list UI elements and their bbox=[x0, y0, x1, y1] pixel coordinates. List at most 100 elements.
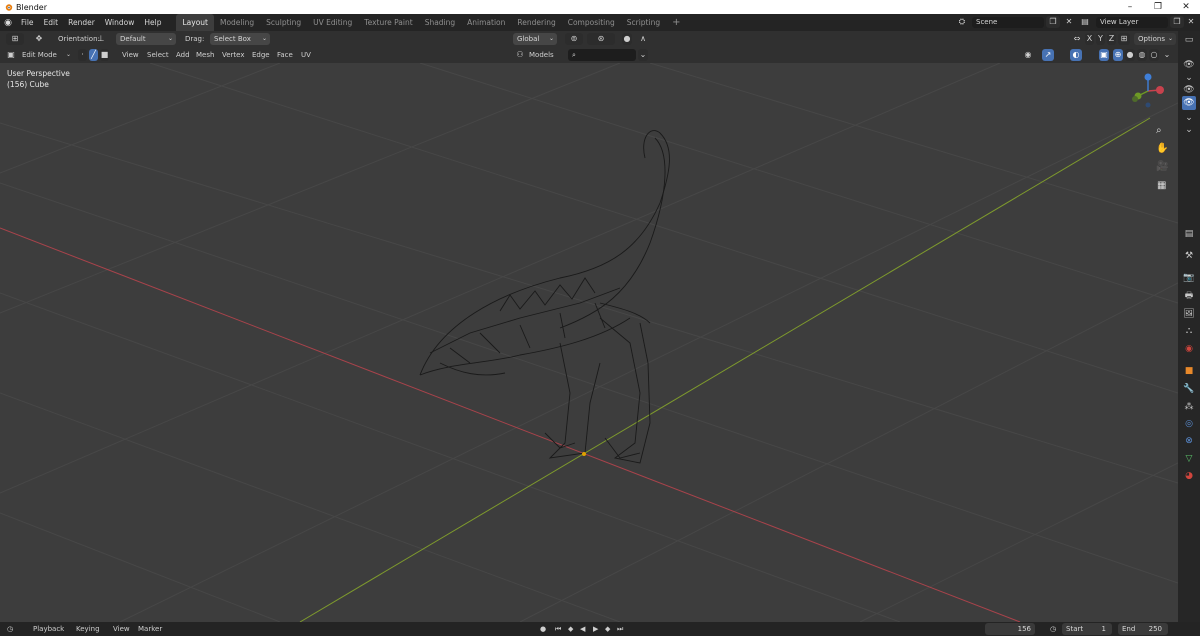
tab-texture-paint[interactable]: Texture Paint bbox=[358, 14, 418, 31]
remove-scene-icon[interactable]: ✕ bbox=[1062, 16, 1076, 28]
pan-hand-icon[interactable]: ✋ bbox=[1156, 143, 1168, 154]
xray-toggle-icon[interactable]: ▣ bbox=[1099, 49, 1109, 61]
tab-shading[interactable]: Shading bbox=[419, 14, 461, 31]
orientation-dropdown[interactable]: Default ⌄ bbox=[116, 33, 176, 45]
jump-end-icon[interactable]: ⏭ bbox=[617, 622, 623, 636]
header-menu-select[interactable]: Select bbox=[147, 47, 169, 63]
object-properties-icon[interactable]: ■ bbox=[1182, 364, 1196, 378]
header-menu-vertex[interactable]: Vertex bbox=[222, 47, 245, 63]
properties-editor-icon[interactable]: ▤ bbox=[1182, 227, 1196, 241]
tool-settings-icon[interactable]: ⚒ bbox=[1182, 249, 1196, 263]
eye-icon[interactable]: 👁 bbox=[1182, 58, 1196, 72]
blender-menu-icon[interactable]: ◉ bbox=[0, 18, 16, 28]
transform-tool-icon[interactable]: ✥ bbox=[30, 33, 48, 45]
shading-options-icon[interactable]: ⌄ bbox=[1162, 49, 1172, 61]
view-layer-field[interactable]: View Layer bbox=[1096, 17, 1168, 28]
tab-sculpting[interactable]: Sculpting bbox=[260, 14, 307, 31]
auto-merge-icon[interactable]: ⊞ bbox=[1118, 33, 1130, 45]
play-icon[interactable]: ▶ bbox=[593, 622, 598, 636]
header-menu-mesh[interactable]: Mesh bbox=[196, 47, 214, 63]
vertex-select-icon[interactable]: · bbox=[78, 49, 87, 61]
visibility-icon[interactable]: ◉ bbox=[1020, 49, 1036, 61]
gizmo-x-axis[interactable] bbox=[1156, 86, 1164, 94]
modifier-properties-icon[interactable]: 🔧 bbox=[1182, 382, 1196, 396]
wireframe-shading-icon[interactable]: ⊕ bbox=[1113, 49, 1123, 61]
timeline-menu-marker[interactable]: Marker bbox=[138, 622, 162, 636]
collection-dropdown[interactable]: Models bbox=[529, 47, 554, 63]
view-layer-icon[interactable]: ▤ bbox=[1078, 16, 1092, 28]
editor-type-icon[interactable]: ⊞ bbox=[6, 33, 24, 45]
record-icon[interactable]: ● bbox=[540, 622, 546, 636]
navigation-gizmo[interactable] bbox=[1124, 69, 1170, 115]
clock-icon[interactable]: ◷ bbox=[1050, 622, 1056, 636]
eye-icon[interactable]: 👁 bbox=[1182, 83, 1196, 97]
play-reverse-icon[interactable]: ◀ bbox=[580, 622, 585, 636]
data-properties-icon[interactable]: ▽ bbox=[1182, 452, 1196, 466]
timeline-editor-icon[interactable]: ◷ bbox=[7, 622, 13, 636]
maximize-button[interactable]: ❐ bbox=[1144, 0, 1172, 14]
mirror-z-toggle[interactable]: Z bbox=[1107, 33, 1116, 45]
scene-name-field[interactable]: Scene bbox=[972, 17, 1044, 28]
header-menu-view[interactable]: View bbox=[122, 47, 139, 63]
search-input[interactable]: ⌕ bbox=[568, 49, 636, 61]
overlay-toggle-icon[interactable]: ◐ bbox=[1070, 49, 1082, 61]
start-frame-field[interactable]: Start 1 bbox=[1062, 623, 1112, 635]
solid-shading-icon[interactable]: ● bbox=[1125, 49, 1135, 61]
prev-keyframe-icon[interactable]: ◆ bbox=[568, 622, 573, 636]
minimize-button[interactable]: – bbox=[1116, 0, 1144, 14]
edge-select-icon[interactable]: ╱ bbox=[89, 49, 98, 61]
camera-view-icon[interactable]: 🎥 bbox=[1156, 161, 1168, 172]
menu-edit[interactable]: Edit bbox=[39, 14, 64, 31]
constraints-properties-icon[interactable]: ⊗ bbox=[1182, 434, 1196, 448]
gizmo-neg-z[interactable] bbox=[1145, 102, 1151, 108]
collapse-icon[interactable]: ▭ bbox=[1182, 33, 1196, 47]
add-workspace-icon[interactable]: + bbox=[666, 14, 686, 31]
gizmo-neg-y[interactable] bbox=[1132, 96, 1138, 102]
gizmo-z-axis[interactable] bbox=[1144, 73, 1152, 81]
header-menu-add[interactable]: Add bbox=[176, 47, 190, 63]
header-menu-uv[interactable]: UV bbox=[301, 47, 311, 63]
world-properties-icon[interactable]: ◉ bbox=[1182, 342, 1196, 356]
mirror-x-toggle[interactable]: X bbox=[1085, 33, 1094, 45]
chevron-down-icon[interactable]: ⌄ bbox=[1182, 123, 1196, 137]
scene-properties-icon[interactable]: ⛬ bbox=[1182, 324, 1196, 338]
tab-layout[interactable]: Layout bbox=[176, 14, 214, 31]
snap-icon[interactable]: ⊛ bbox=[587, 33, 615, 45]
current-frame-field[interactable]: 156 bbox=[985, 623, 1035, 635]
jump-start-icon[interactable]: ⏮ bbox=[555, 622, 561, 636]
gizmo-toggle-icon[interactable]: ↗ bbox=[1042, 49, 1054, 61]
menu-render[interactable]: Render bbox=[63, 14, 100, 31]
mirror-y-toggle[interactable]: Y bbox=[1096, 33, 1105, 45]
remove-view-layer-icon[interactable]: ✕ bbox=[1185, 16, 1197, 28]
timeline-menu-keying[interactable]: Keying bbox=[76, 622, 100, 636]
mode-dropdown[interactable]: Edit Mode bbox=[22, 47, 57, 63]
close-window-button[interactable]: ✕ bbox=[1172, 0, 1200, 14]
mirror-icon[interactable]: ⇔ bbox=[1072, 33, 1082, 45]
scene-icon[interactable]: ⛭ bbox=[955, 16, 969, 28]
next-keyframe-icon[interactable]: ◆ bbox=[605, 622, 610, 636]
tab-uv-editing[interactable]: UV Editing bbox=[307, 14, 358, 31]
material-properties-icon[interactable]: ◕ bbox=[1182, 469, 1196, 483]
rendered-shading-icon[interactable]: ○ bbox=[1149, 49, 1159, 61]
tab-compositing[interactable]: Compositing bbox=[562, 14, 621, 31]
physics-properties-icon[interactable]: ◎ bbox=[1182, 417, 1196, 431]
zoom-icon[interactable]: ⌕ bbox=[1156, 125, 1162, 136]
render-properties-icon[interactable]: 📷 bbox=[1182, 271, 1196, 285]
proportional-editing-icon[interactable]: ● bbox=[622, 33, 632, 45]
header-menu-edge[interactable]: Edge bbox=[252, 47, 270, 63]
tab-rendering[interactable]: Rendering bbox=[511, 14, 561, 31]
eye-active-icon[interactable]: 👁 bbox=[1182, 96, 1196, 110]
face-select-icon[interactable]: ■ bbox=[100, 49, 109, 61]
3d-viewport[interactable]: User Perspective (156) Cube ⌕ ✋ 🎥 ▦ bbox=[0, 63, 1178, 622]
transform-orientation-dropdown[interactable]: Global ⌄ bbox=[513, 33, 557, 45]
timeline-menu-playback[interactable]: Playback bbox=[33, 622, 64, 636]
material-shading-icon[interactable]: ◍ bbox=[1137, 49, 1147, 61]
new-view-layer-icon[interactable]: ❐ bbox=[1170, 16, 1184, 28]
timeline-menu-view[interactable]: View bbox=[113, 622, 130, 636]
search-options-icon[interactable]: ⌄ bbox=[638, 49, 648, 61]
output-properties-icon[interactable]: 🖶 bbox=[1182, 289, 1196, 303]
header-menu-face[interactable]: Face bbox=[277, 47, 293, 63]
view-layer-properties-icon[interactable]: 🖼 bbox=[1182, 307, 1196, 321]
falloff-icon[interactable]: ∧ bbox=[636, 33, 650, 45]
options-dropdown[interactable]: Options ⌄ bbox=[1134, 33, 1176, 45]
